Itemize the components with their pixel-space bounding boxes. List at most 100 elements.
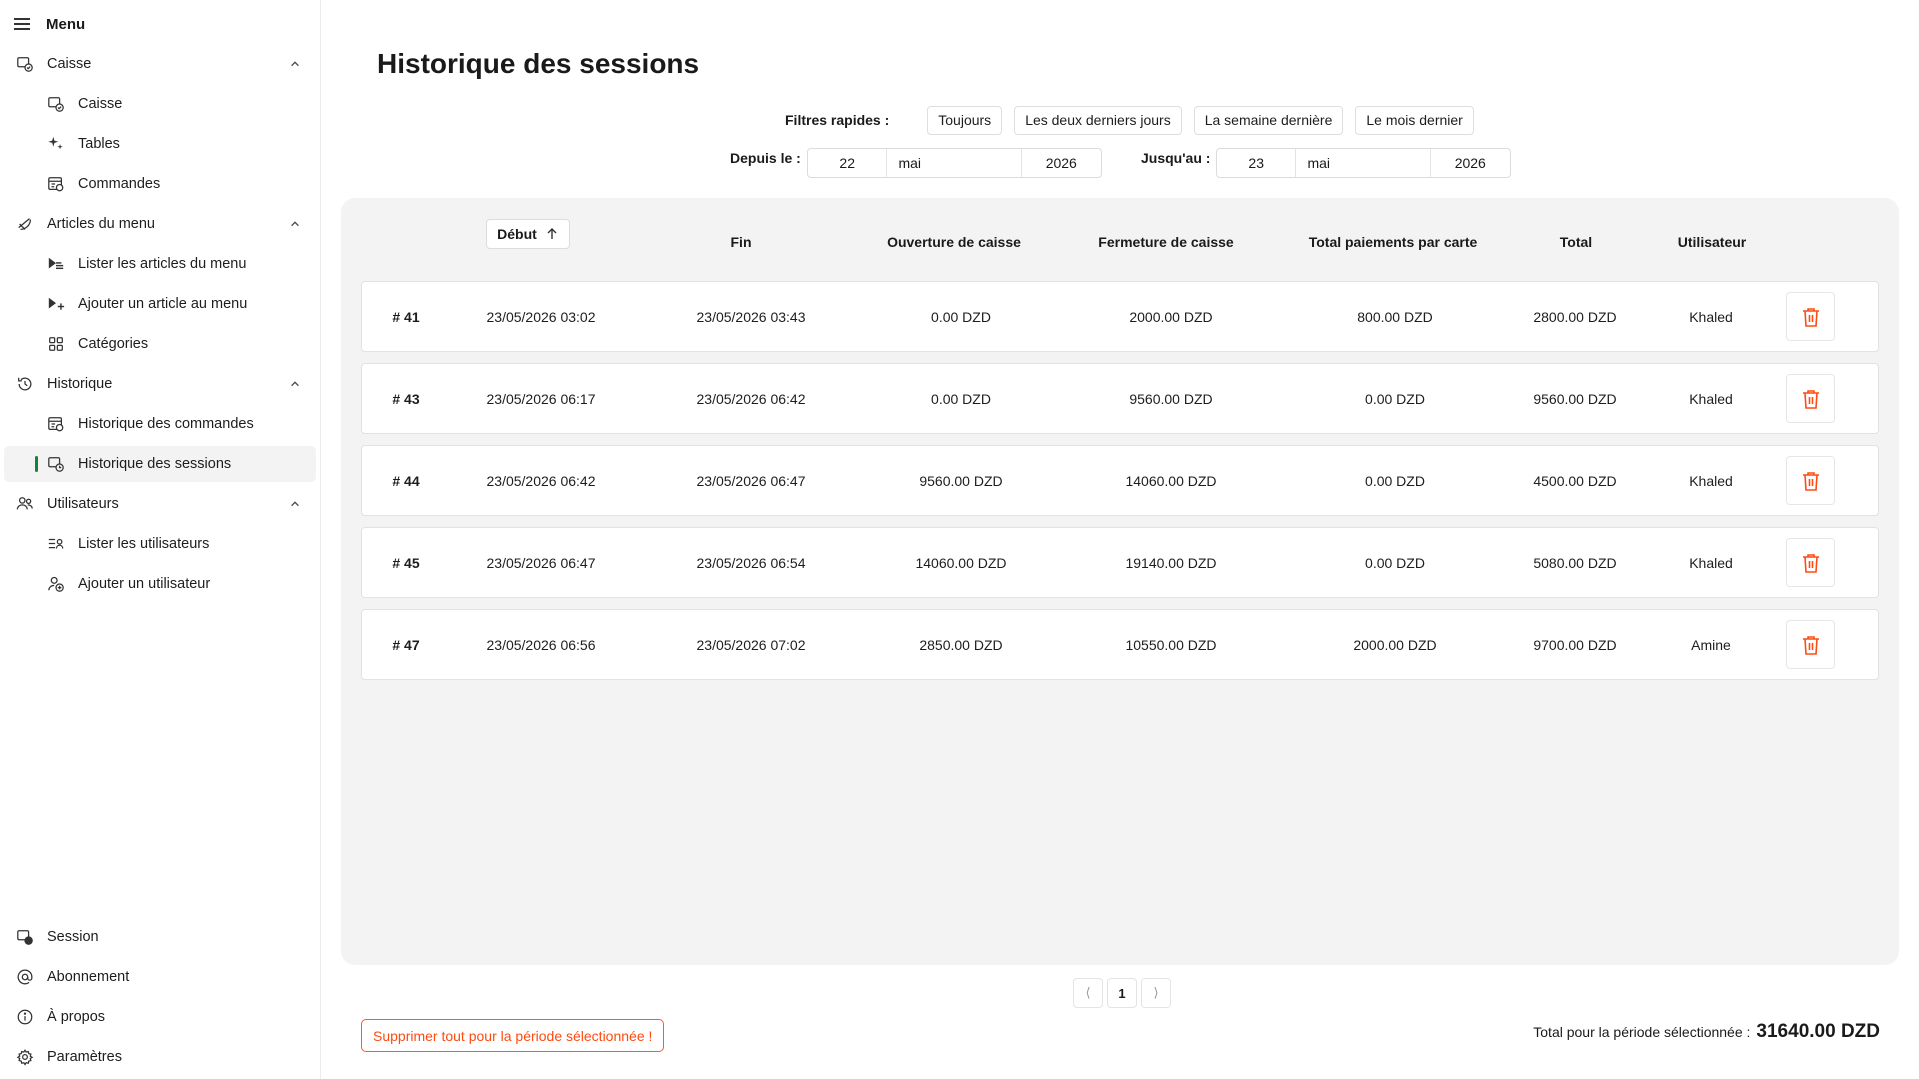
table-row[interactable]: # 47 23/05/2026 06:56 23/05/2026 07:02 2…	[361, 609, 1879, 680]
nav-group-caisse[interactable]: Caisse	[4, 46, 316, 82]
users-icon	[15, 494, 35, 514]
period-total: Total pour la période sélectionnée : 316…	[1533, 1021, 1880, 1043]
session-id: # 44	[392, 472, 420, 489]
session-id: # 41	[392, 308, 420, 325]
nav-group-articles[interactable]: Articles du menu	[4, 206, 316, 242]
filter-toujours[interactable]: Toujours	[927, 105, 1003, 135]
session-closing: 14060.00 DZD	[1125, 472, 1217, 489]
sidebar-item-caisse[interactable]: Caisse	[4, 86, 316, 122]
sidebar-item-categories[interactable]: Catégories	[4, 326, 316, 362]
sidebar-item-tables[interactable]: Tables	[4, 126, 316, 162]
chevron-up-icon	[288, 217, 302, 231]
session-card-total: 0.00 DZD	[1365, 390, 1425, 407]
delete-session-button[interactable]	[1786, 620, 1835, 669]
sidebar-item-add-user[interactable]: Ajouter un utilisateur	[4, 566, 316, 602]
sidebar-item-parametres[interactable]: Paramètres	[4, 1039, 316, 1075]
session-total: 5080.00 DZD	[1533, 554, 1617, 571]
sidebar-item-list-articles[interactable]: Lister les articles du menu	[4, 246, 316, 282]
cash-register-icon	[46, 454, 66, 474]
list-users-icon	[46, 534, 66, 554]
pagination: ⟨ 1 ⟩	[1073, 978, 1171, 1008]
session-opening: 9560.00 DZD	[919, 472, 1003, 489]
active-indicator	[35, 456, 38, 472]
nav-group-utilisateurs[interactable]: Utilisateurs	[4, 486, 316, 522]
sidebar-item-a-propos[interactable]: À propos	[4, 999, 316, 1035]
session-closing: 9560.00 DZD	[1129, 390, 1213, 407]
sidebar-item-commandes[interactable]: Commandes	[4, 166, 316, 202]
sidebar: Menu Caisse Caisse Tables Commandes Arti…	[0, 0, 321, 1079]
next-page-button[interactable]: ⟩	[1141, 978, 1171, 1008]
sidebar-item-session[interactable]: Session	[4, 919, 316, 955]
sidebar-item-order-history[interactable]: Historique des commandes	[4, 406, 316, 442]
nav-group-historique[interactable]: Historique	[4, 366, 316, 402]
page-1-button[interactable]: 1	[1107, 978, 1137, 1008]
sidebar-item-abonnement[interactable]: Abonnement	[4, 959, 316, 995]
session-total: 9700.00 DZD	[1533, 636, 1617, 653]
col-header-total: Total	[1559, 234, 1593, 250]
session-user: Khaled	[1689, 472, 1733, 489]
from-day[interactable]: 22	[808, 149, 888, 177]
table-row[interactable]: # 44 23/05/2026 06:42 23/05/2026 06:47 9…	[361, 445, 1879, 516]
session-closing: 19140.00 DZD	[1125, 554, 1217, 571]
quick-filters-label: Filtres rapides :	[785, 112, 890, 128]
delete-session-button[interactable]	[1786, 538, 1835, 587]
to-date-label: Jusqu'au :	[1141, 150, 1211, 166]
col-header-closing: Fermeture de caisse	[1098, 234, 1234, 250]
session-user: Khaled	[1689, 554, 1733, 571]
table-row[interactable]: # 45 23/05/2026 06:47 23/05/2026 06:54 1…	[361, 527, 1879, 598]
add-user-icon	[46, 574, 66, 594]
col-header-card: Total paiements par carte	[1308, 234, 1478, 250]
orders-icon	[46, 174, 66, 194]
sort-label: Début	[497, 226, 537, 242]
chevron-up-icon	[288, 497, 302, 511]
filter-last-month[interactable]: Le mois dernier	[1355, 105, 1474, 135]
from-date-picker[interactable]: 22 mai 2026	[807, 148, 1102, 178]
delete-session-button[interactable]	[1786, 292, 1835, 341]
session-opening: 0.00 DZD	[931, 390, 991, 407]
prev-page-button[interactable]: ⟨	[1073, 978, 1103, 1008]
from-year[interactable]: 2026	[1022, 149, 1101, 177]
session-user: Khaled	[1689, 308, 1733, 325]
table-row[interactable]: # 41 23/05/2026 03:02 23/05/2026 03:43 0…	[361, 281, 1879, 352]
session-end: 23/05/2026 07:02	[696, 636, 806, 653]
cash-register-icon	[46, 94, 66, 114]
delete-session-button[interactable]	[1786, 374, 1835, 423]
sidebar-item-add-article[interactable]: Ajouter un article au menu	[4, 286, 316, 322]
trash-icon	[1802, 389, 1819, 409]
session-end: 23/05/2026 06:54	[696, 554, 806, 571]
to-date-picker[interactable]: 23 mai 2026	[1216, 148, 1511, 178]
session-start: 23/05/2026 06:42	[486, 472, 596, 489]
hamburger-icon	[14, 18, 30, 30]
session-id: # 47	[392, 636, 420, 653]
session-start: 23/05/2026 06:47	[486, 554, 596, 571]
session-card-total: 2000.00 DZD	[1353, 636, 1437, 653]
session-card-total: 0.00 DZD	[1365, 554, 1425, 571]
period-total-value: 31640.00 DZD	[1756, 1021, 1880, 1042]
session-opening: 2850.00 DZD	[919, 636, 1003, 653]
sort-by-start-button[interactable]: Début	[486, 219, 570, 249]
col-header-opening: Ouverture de caisse	[887, 234, 1021, 250]
chevron-up-icon	[288, 57, 302, 71]
session-id: # 45	[392, 554, 420, 571]
gear-icon	[15, 1047, 35, 1067]
session-start: 23/05/2026 06:17	[486, 390, 596, 407]
delete-session-button[interactable]	[1786, 456, 1835, 505]
col-header-end: Fin	[730, 234, 752, 250]
delete-all-button[interactable]: Supprimer tout pour la période sélection…	[361, 1019, 665, 1052]
menu-toggle[interactable]: Menu	[14, 12, 85, 36]
to-month[interactable]: mai	[1296, 149, 1431, 177]
session-start: 23/05/2026 03:02	[486, 308, 596, 325]
table-row[interactable]: # 43 23/05/2026 06:17 23/05/2026 06:42 0…	[361, 363, 1879, 434]
to-day[interactable]: 23	[1217, 149, 1297, 177]
chevron-up-icon	[288, 377, 302, 391]
menu-label: Menu	[46, 15, 86, 33]
orders-icon	[46, 414, 66, 434]
sidebar-item-list-users[interactable]: Lister les utilisateurs	[4, 526, 316, 562]
session-end: 23/05/2026 03:43	[696, 308, 806, 325]
to-year[interactable]: 2026	[1431, 149, 1510, 177]
filter-last-week[interactable]: La semaine dernière	[1193, 105, 1344, 135]
session-opening: 14060.00 DZD	[915, 554, 1007, 571]
sidebar-item-session-history[interactable]: Historique des sessions	[4, 446, 316, 482]
filter-two-days[interactable]: Les deux derniers jours	[1014, 105, 1182, 135]
from-month[interactable]: mai	[887, 149, 1022, 177]
